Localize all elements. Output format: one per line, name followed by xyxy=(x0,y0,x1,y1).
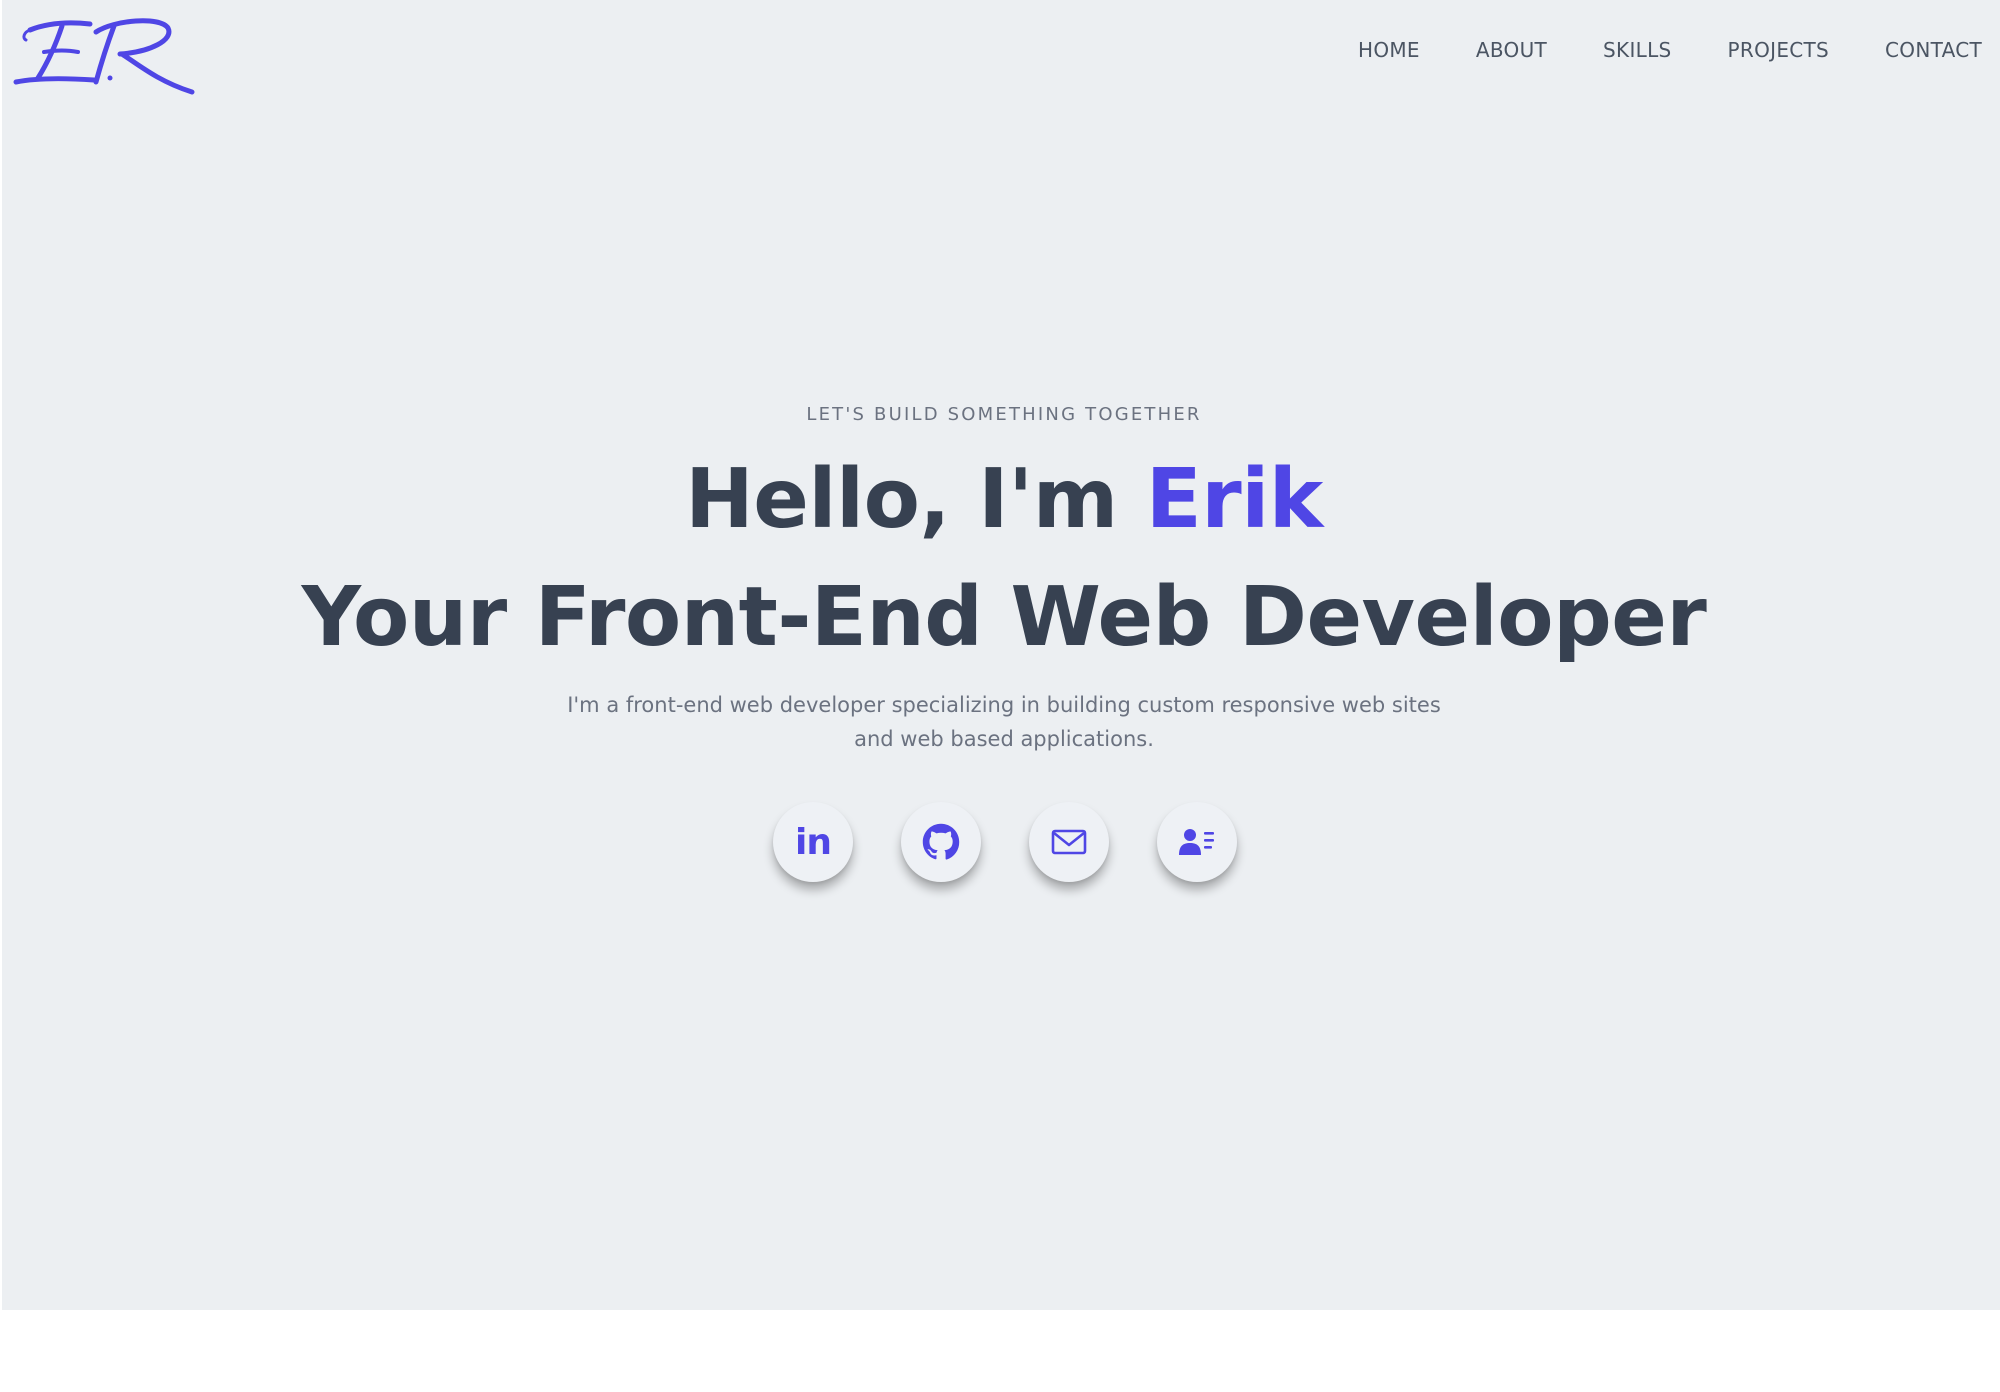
main-nav: HOME ABOUT SKILLS PROJECTS CONTACT xyxy=(1358,38,1982,62)
hero-greeting: Hello, I'm Erik xyxy=(2,452,2000,547)
hero-eyebrow: LET'S BUILD SOMETHING TOGETHER xyxy=(806,404,1202,425)
nav-item-contact[interactable]: CONTACT xyxy=(1885,38,1982,62)
hero-section: HOME ABOUT SKILLS PROJECTS CONTACT LET'S… xyxy=(2,0,2000,1310)
linkedin-icon: in xyxy=(795,821,832,863)
logo[interactable] xyxy=(10,8,195,98)
nav-item-skills[interactable]: SKILLS xyxy=(1603,38,1672,62)
description-line-1: I'm a front-end web developer specializi… xyxy=(567,693,1441,717)
nav-item-about[interactable]: ABOUT xyxy=(1476,38,1547,62)
resume-button[interactable] xyxy=(1157,802,1237,882)
social-links: in xyxy=(773,802,1237,882)
nav-item-home[interactable]: HOME xyxy=(1358,38,1420,62)
contact-card-icon xyxy=(1179,829,1214,855)
linkedin-button[interactable]: in xyxy=(773,802,853,882)
mail-icon xyxy=(1051,829,1087,855)
nav-item-projects[interactable]: PROJECTS xyxy=(1728,38,1830,62)
github-icon xyxy=(922,823,960,860)
description-line-2: and web based applications. xyxy=(854,727,1154,751)
email-button[interactable] xyxy=(1029,802,1109,882)
github-button[interactable] xyxy=(901,802,981,882)
hero-name: Erik xyxy=(1145,452,1324,547)
hero-title: Your Front-End Web Developer xyxy=(301,570,1707,665)
hero-description: I'm a front-end web developer specializi… xyxy=(554,688,1454,756)
greeting-text: Hello, I'm xyxy=(685,452,1146,547)
